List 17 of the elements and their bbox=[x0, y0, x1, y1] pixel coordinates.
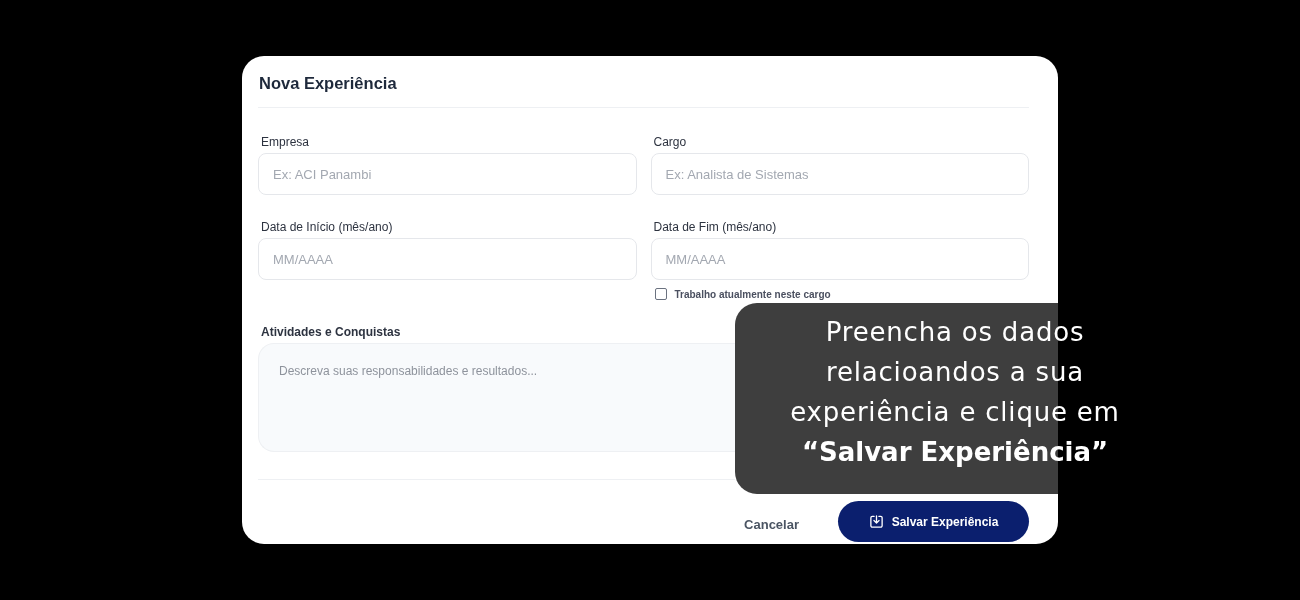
textarea-field[interactable]: Descreva suas responsabilidades e resultados... bbox=[258, 343, 735, 452]
input-field[interactable]: Ex: ACI Panambi bbox=[258, 153, 637, 195]
dialog-title: Nova Experiência bbox=[258, 73, 397, 94]
callout-text: Preencha os dados relacioandos a sua experiência e clique em “Salvar Experiência” bbox=[789, 316, 1121, 469]
field-label: Data de Início (mês/ano) bbox=[260, 220, 393, 234]
download-icon bbox=[868, 514, 884, 529]
field-label: Data de Fim (mês/ano) bbox=[652, 220, 777, 234]
save-button[interactable]: Salvar Experiência bbox=[838, 501, 1029, 542]
field-label: Cargo bbox=[652, 135, 687, 149]
cancel-button[interactable]: Cancelar bbox=[744, 513, 799, 536]
input-field[interactable]: MM/AAAA bbox=[258, 238, 637, 280]
input-field[interactable]: MM/AAAA bbox=[650, 238, 1029, 280]
input-field[interactable]: Ex: Analista de Sistemas bbox=[650, 153, 1029, 195]
checkbox-label: Trabalho atualmente neste cargo bbox=[674, 288, 831, 300]
checkbox[interactable] bbox=[654, 288, 667, 300]
field-label: Empresa bbox=[260, 135, 310, 149]
field-label: Atividades e Conquistas bbox=[260, 325, 401, 339]
